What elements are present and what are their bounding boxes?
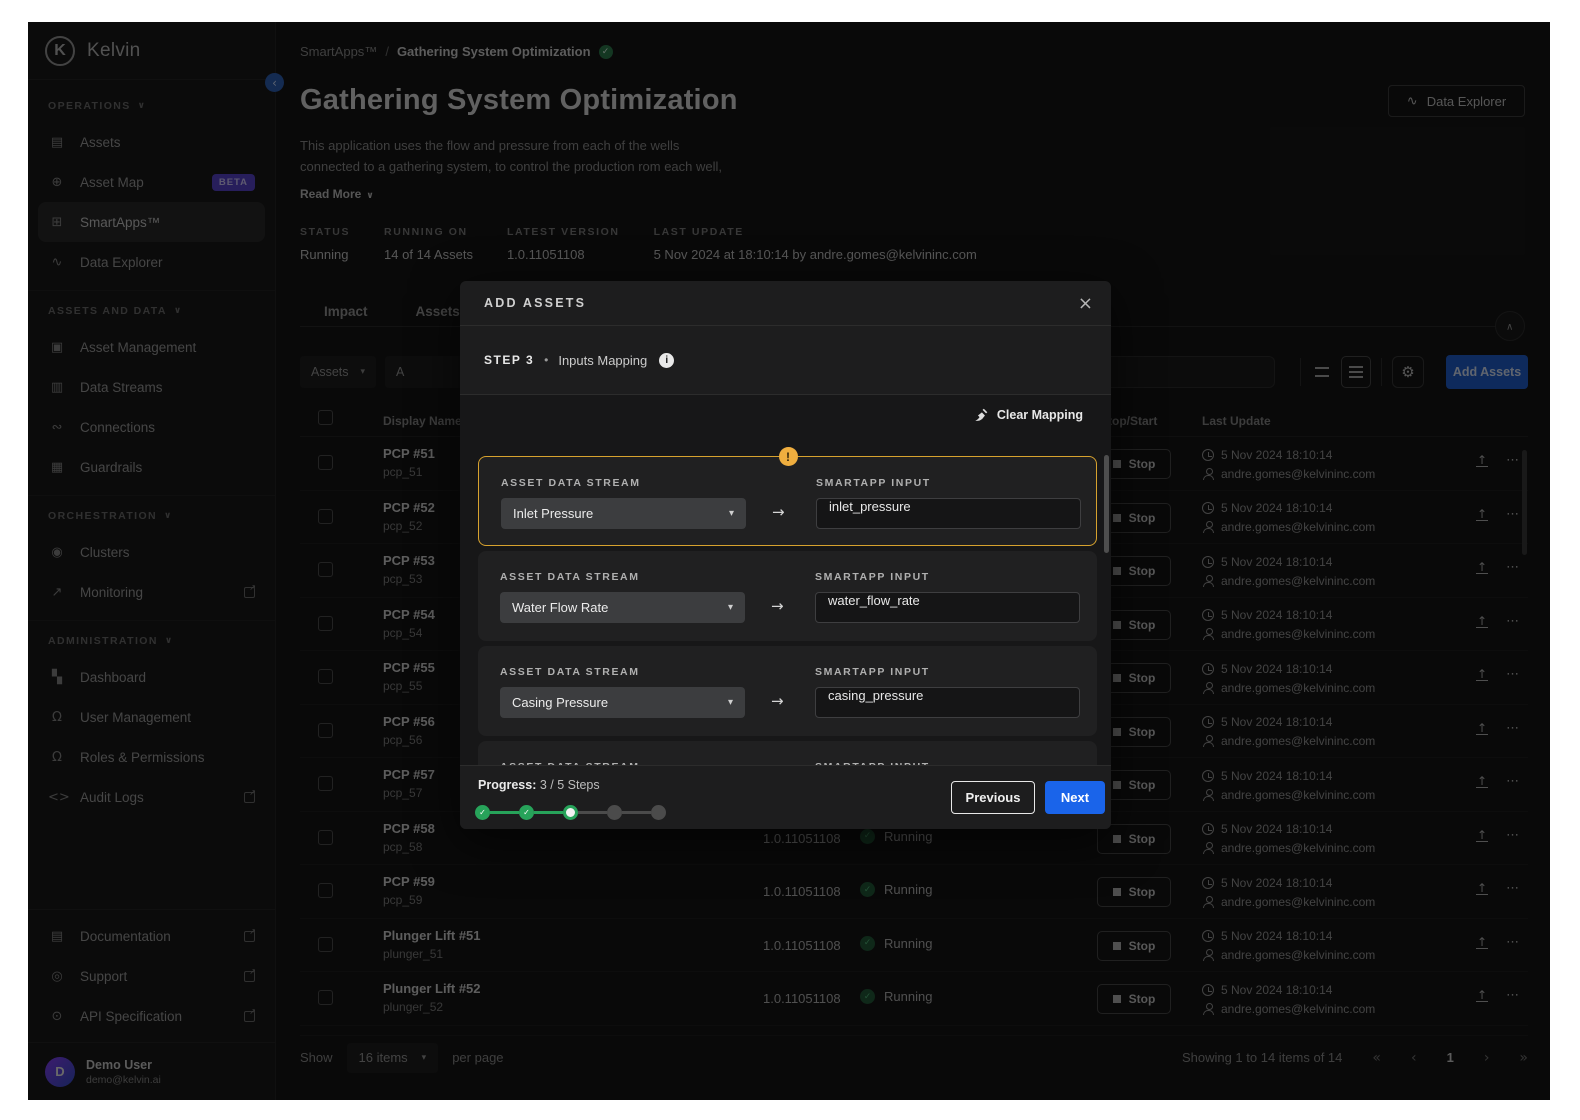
mapping-row: ASSET DATA STREAM SMARTAPP INPUT ▾ → — [478, 741, 1097, 765]
modal-header: ADD ASSETS × — [460, 281, 1111, 326]
step-dot-4 — [607, 805, 622, 820]
next-button[interactable]: Next — [1045, 781, 1105, 814]
mapping-row: ! ASSET DATA STREAM SMARTAPP INPUT Inlet… — [478, 456, 1097, 546]
step-dot-5 — [651, 805, 666, 820]
app-canvas: K Kelvin OPERATIONS∨ ▤ Assets ⊕ Asset Ma… — [28, 22, 1550, 1100]
step-connector — [622, 811, 651, 814]
chevron-down-icon: ▾ — [729, 508, 734, 519]
chevron-down-icon: ▾ — [728, 697, 733, 708]
maps-to-arrow-icon: → — [771, 597, 784, 615]
mapping-row: ASSET DATA STREAM SMARTAPP INPUT Casing … — [478, 646, 1097, 736]
smartapp-input-field[interactable]: inlet_pressure — [816, 498, 1081, 529]
step-dot-3 — [563, 805, 578, 820]
maps-to-arrow-icon: → — [771, 692, 784, 710]
maps-to-arrow-icon: → — [772, 503, 785, 521]
info-icon[interactable]: i — [659, 353, 674, 368]
step-indicator: STEP 3 • Inputs Mapping i — [460, 326, 1111, 395]
broom-icon — [974, 408, 988, 422]
step-connector — [578, 811, 607, 814]
warning-icon: ! — [779, 447, 798, 466]
step-connector — [534, 811, 563, 814]
asset-data-stream-select[interactable]: Water Flow Rate ▾ — [500, 592, 745, 623]
modal-footer: Progress: 3 / 5 Steps ✓✓ Previous Next — [460, 765, 1111, 829]
progress-stepper: ✓✓ — [475, 805, 666, 820]
progress-label: Progress: 3 / 5 Steps — [478, 778, 600, 792]
modal-scrollbar[interactable] — [1104, 455, 1109, 553]
previous-button[interactable]: Previous — [951, 781, 1035, 814]
chevron-down-icon: ▾ — [728, 602, 733, 613]
mapping-panel: Clear Mapping ! ASSET DATA STREAM SMARTA… — [460, 395, 1111, 765]
close-icon[interactable]: × — [1078, 293, 1093, 314]
smartapp-input-field[interactable]: casing_pressure — [815, 687, 1080, 718]
smartapp-input-field[interactable]: water_flow_rate — [815, 592, 1080, 623]
asset-data-stream-select[interactable]: Casing Pressure ▾ — [500, 687, 745, 718]
step-dot-1: ✓ — [475, 805, 490, 820]
step-connector — [490, 811, 519, 814]
clear-mapping-button[interactable]: Clear Mapping — [974, 408, 1083, 422]
add-assets-modal: ADD ASSETS × STEP 3 • Inputs Mapping i C… — [460, 281, 1111, 829]
asset-data-stream-select[interactable]: Inlet Pressure ▾ — [501, 498, 746, 529]
mapping-row: ASSET DATA STREAM SMARTAPP INPUT Water F… — [478, 551, 1097, 641]
step-dot-2: ✓ — [519, 805, 534, 820]
modal-title: ADD ASSETS — [484, 296, 586, 310]
